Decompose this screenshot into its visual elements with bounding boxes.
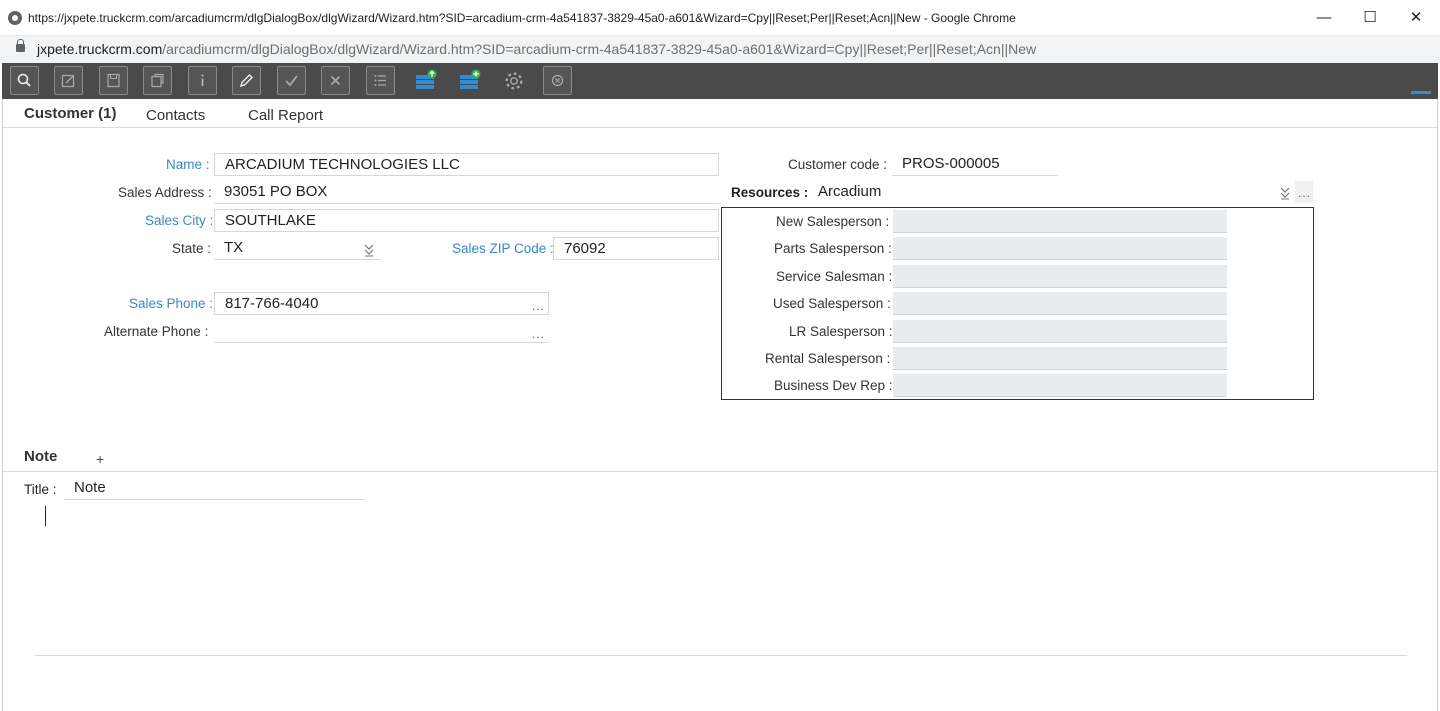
alt-phone-field[interactable] — [214, 320, 549, 343]
list-icon[interactable] — [366, 66, 395, 95]
site-icon — [8, 11, 22, 25]
parts-salesperson-label: Parts Salesperson : — [774, 241, 892, 256]
maximize-button[interactable]: ☐ — [1355, 6, 1385, 30]
lr-salesperson-label: LR Salesperson : — [789, 324, 893, 339]
chevron-down-icon[interactable] — [1279, 186, 1291, 200]
note-heading: Note — [24, 448, 58, 465]
pencil-icon[interactable] — [232, 66, 261, 95]
tab-customer[interactable]: Customer (1) — [24, 105, 117, 122]
search-icon[interactable] — [10, 66, 39, 95]
new-salesperson-field[interactable] — [893, 210, 1227, 233]
sales-zip-field[interactable]: 76092 — [553, 237, 719, 260]
state-select[interactable]: TX — [214, 237, 380, 260]
copy-icon[interactable] — [143, 66, 172, 95]
service-salesman-label: Service Salesman : — [776, 269, 893, 284]
tab-bar: Customer (1) Contacts Call Report — [3, 99, 1437, 128]
cancel-icon[interactable] — [321, 66, 350, 95]
sales-address-field[interactable]: 93051 PO BOX — [214, 181, 719, 204]
name-label: Name : — [166, 157, 210, 172]
chevron-down-icon[interactable] — [363, 243, 375, 257]
used-salesperson-field[interactable] — [893, 292, 1227, 315]
close-window-button[interactable]: ✕ — [1401, 6, 1431, 30]
state-label: State : — [172, 241, 212, 256]
name-field[interactable]: ARCADIUM TECHNOLOGIES LLC — [214, 153, 719, 176]
tab-contacts[interactable]: Contacts — [146, 107, 205, 124]
note-title-label: Title : — [24, 482, 57, 497]
window-title: https://jxpete.truckcrm.com/arcadiumcrm/… — [28, 11, 1016, 25]
lr-salesperson-field[interactable] — [893, 320, 1227, 343]
address-bar[interactable]: jxpete.truckcrm.com/arcadiumcrm/dlgDialo… — [0, 36, 1440, 63]
edit-icon[interactable] — [54, 66, 83, 95]
divider — [35, 655, 1407, 656]
sales-phone-more-button[interactable]: ... — [532, 299, 545, 313]
used-salesperson-label: Used Salesperson : — [773, 296, 891, 311]
service-salesman-field[interactable] — [893, 265, 1227, 288]
resources-select[interactable]: Arcadium — [808, 181, 1293, 204]
resources-more-button[interactable]: ... — [1295, 181, 1313, 203]
alt-phone-label: Alternate Phone : — [104, 324, 209, 339]
upload-db-icon[interactable] — [411, 66, 440, 95]
note-title-field[interactable]: Note — [64, 477, 364, 500]
info-icon[interactable] — [188, 66, 217, 95]
sales-city-field[interactable]: SOUTHLAKE — [214, 209, 719, 232]
close-circle-icon[interactable] — [543, 66, 572, 95]
divider — [3, 471, 1437, 472]
url-text[interactable]: jxpete.truckcrm.com/arcadiumcrm/dlgDialo… — [37, 41, 1036, 57]
customer-code-label: Customer code : — [788, 157, 888, 172]
minimize-button[interactable]: — — [1309, 6, 1339, 30]
rental-salesperson-label: Rental Salesperson : — [765, 351, 891, 366]
sales-address-label: Sales Address : — [118, 185, 212, 200]
sales-phone-label: Sales Phone : — [129, 296, 214, 311]
sales-zip-label: Sales ZIP Code : — [452, 241, 554, 256]
parts-salesperson-field[interactable] — [893, 237, 1227, 260]
url-host: jxpete.truckcrm.com — [37, 41, 163, 57]
tab-call-report[interactable]: Call Report — [248, 107, 323, 124]
lock-icon — [16, 39, 25, 52]
toolbar — [2, 63, 1438, 99]
note-body-editor[interactable] — [35, 500, 1407, 650]
rental-salesperson-field[interactable] — [893, 347, 1227, 370]
customer-code-field[interactable]: PROS-000005 — [892, 153, 1058, 176]
resources-label: Resources : — [731, 185, 809, 200]
check-icon[interactable] — [277, 66, 306, 95]
business-dev-rep-field[interactable] — [893, 374, 1227, 397]
sales-phone-field[interactable]: 817-766-4040 — [214, 292, 549, 315]
sales-city-label: Sales City : — [145, 213, 214, 228]
add-note-button[interactable]: + — [96, 451, 104, 467]
new-salesperson-label: New Salesperson : — [776, 214, 890, 229]
business-dev-rep-label: Business Dev Rep : — [774, 378, 893, 393]
alt-phone-more-button[interactable]: ... — [532, 327, 545, 341]
save-icon[interactable] — [99, 66, 128, 95]
url-path: /arcadiumcrm/dlgDialogBox/dlgWizard/Wiza… — [162, 41, 1037, 57]
browser-title-bar: https://jxpete.truckcrm.com/arcadiumcrm/… — [0, 0, 1440, 36]
panel-toggle-handle[interactable] — [1411, 91, 1431, 94]
add-db-icon[interactable] — [455, 66, 484, 95]
settings-icon[interactable] — [499, 66, 528, 95]
